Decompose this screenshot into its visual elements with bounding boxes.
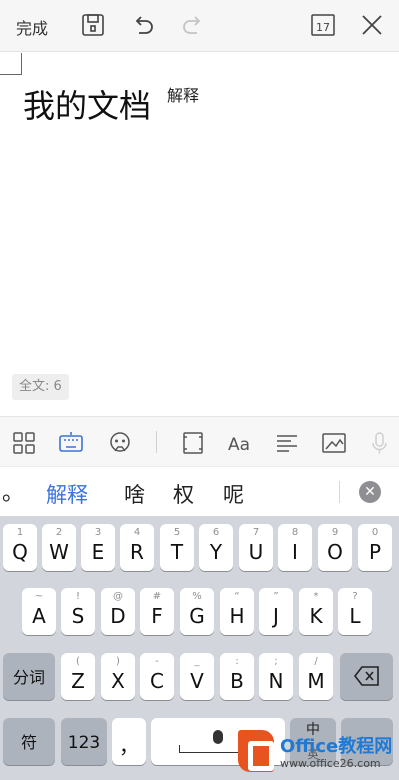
image-icon[interactable] — [321, 430, 347, 456]
key-f[interactable]: # F — [140, 588, 174, 635]
candidate-word[interactable]: 权 — [173, 479, 194, 509]
clear-candidates-icon[interactable]: ✕ — [359, 481, 381, 503]
close-icon[interactable] — [359, 12, 385, 38]
office-logo-icon — [238, 730, 274, 772]
key-c[interactable]: -C — [140, 653, 174, 700]
key-u[interactable]: 7U — [239, 524, 273, 571]
page-corner-marker — [0, 53, 22, 75]
key-n[interactable]: ; N — [259, 653, 293, 700]
key-i[interactable]: 8I — [278, 524, 312, 571]
calendar-day: 17 — [316, 21, 330, 34]
number-key[interactable]: 123 — [61, 718, 107, 765]
key-e[interactable]: 3E — [81, 524, 115, 571]
align-icon[interactable] — [274, 430, 300, 456]
save-icon[interactable] — [80, 12, 106, 38]
emoji-icon[interactable] — [107, 430, 133, 456]
annotation-text[interactable]: 解释 — [167, 82, 199, 106]
done-button[interactable]: 完成 — [16, 15, 48, 39]
key-z[interactable]: (Z — [61, 653, 95, 700]
layout-icon[interactable] — [11, 430, 37, 456]
key-g[interactable]: % G — [180, 588, 214, 635]
key-v[interactable]: _ V — [180, 653, 214, 700]
key-a[interactable]: ~ A — [22, 588, 56, 635]
backspace-icon — [353, 666, 379, 686]
toolbar-divider — [156, 431, 157, 453]
calendar-icon[interactable]: 17 — [310, 12, 336, 38]
word-count-badge: 全文: 6 — [12, 374, 69, 400]
document-canvas[interactable]: 我的文档 解释 全文: 6 — [0, 53, 399, 415]
key-b[interactable]: :B — [220, 653, 254, 700]
document-title-text[interactable]: 我的文档 — [23, 86, 151, 126]
candidate-word[interactable]: 呢 — [223, 479, 244, 509]
svg-text:Aa: Aa — [228, 435, 250, 455]
fenci-key[interactable]: 分词 — [3, 653, 55, 700]
key-j[interactable]: ” J — [259, 588, 293, 635]
key-o[interactable]: 9O — [318, 524, 352, 571]
candidate-word[interactable]: 解释 — [46, 479, 88, 509]
mic-icon[interactable] — [366, 430, 392, 456]
backspace-key[interactable] — [340, 653, 393, 700]
edit-toolbar: Aa — [0, 416, 399, 466]
key-q[interactable]: 1Q — [3, 524, 37, 571]
key-d[interactable]: @ D — [101, 588, 135, 635]
watermark-title: Office教程网 — [280, 736, 393, 757]
key-t[interactable]: 5T — [160, 524, 194, 571]
candidate-punct[interactable]: 。 — [2, 475, 24, 507]
candidate-bar: 。 解释 啥 权 呢 ✕ — [0, 466, 399, 516]
key-w[interactable]: 2W — [42, 524, 76, 571]
keyboard-icon[interactable] — [58, 430, 84, 456]
top-toolbar: 完成 17 — [0, 0, 399, 52]
key-r[interactable]: 4R — [120, 524, 154, 571]
watermark: Office教程网 www.office26.com — [236, 724, 399, 780]
font-icon[interactable]: Aa — [227, 430, 253, 456]
redo-icon[interactable] — [180, 12, 206, 38]
watermark-url: www.office26.com — [280, 757, 381, 770]
key-s[interactable]: ! S — [61, 588, 95, 635]
candidate-word[interactable]: 啥 — [124, 479, 145, 509]
key-m[interactable]: / M — [299, 653, 333, 700]
page-icon[interactable] — [180, 430, 206, 456]
key-x[interactable]: ) X — [101, 653, 135, 700]
comma-key[interactable]: ， — [112, 718, 146, 765]
key-l[interactable]: ? L — [338, 588, 372, 635]
voice-icon — [213, 730, 223, 744]
symbol-key[interactable]: 符 — [3, 718, 55, 765]
key-p[interactable]: 0P — [358, 524, 392, 571]
key-h[interactable]: “H — [220, 588, 254, 635]
key-k[interactable]: * K — [299, 588, 333, 635]
undo-icon[interactable] — [130, 12, 156, 38]
candidate-divider — [339, 481, 340, 503]
key-y[interactable]: 6Y — [199, 524, 233, 571]
